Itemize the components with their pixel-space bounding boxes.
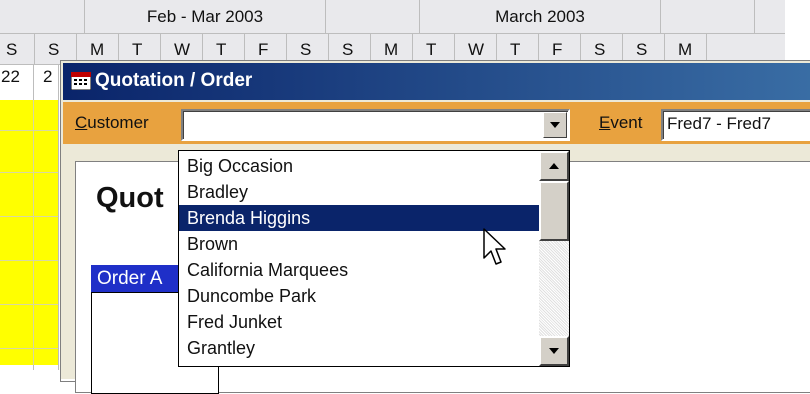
event-label: Event xyxy=(599,113,642,133)
calendar-month-march: March 2003 xyxy=(420,0,661,33)
calendar-day-letter: S xyxy=(6,40,18,59)
calendar-day-letter: T xyxy=(216,40,227,59)
calendar-day-letter: M xyxy=(384,40,399,59)
dialog-titlebar[interactable]: Quotation / Order xyxy=(63,63,810,100)
calendar-date-2: 2 xyxy=(43,67,53,86)
calendar-day-letter: S xyxy=(48,40,60,59)
event-label-accesskey: E xyxy=(599,113,611,132)
dropdown-option[interactable]: Big Occasion xyxy=(179,153,547,179)
scroll-down-button[interactable] xyxy=(539,336,569,366)
dropdown-scrollbar[interactable] xyxy=(539,151,569,366)
calendar-date-22: 22 xyxy=(1,67,20,86)
calendar-month-feb-mar: Feb - Mar 2003 xyxy=(85,0,326,33)
calendar-day-letter: W xyxy=(468,40,485,59)
calendar-day-letter: S xyxy=(342,40,354,59)
calendar-day-letter: S xyxy=(594,40,606,59)
customer-label: Customer xyxy=(75,113,149,133)
dropdown-option[interactable]: Bradley xyxy=(179,179,547,205)
customer-combobox[interactable] xyxy=(181,109,570,141)
calendar-month-cell xyxy=(326,0,420,33)
scroll-thumb[interactable] xyxy=(539,181,569,241)
calendar-day-letter: S xyxy=(636,40,648,59)
mouse-pointer-icon xyxy=(483,228,506,265)
calendar-app-icon xyxy=(70,71,92,91)
calendar-day-letter: S xyxy=(300,40,312,59)
calendar-month-cell xyxy=(0,0,85,33)
dropdown-option[interactable]: Duncombe Park xyxy=(179,283,547,309)
event-label-rest: vent xyxy=(610,113,643,132)
calendar-month-cell xyxy=(661,0,755,33)
calendar-highlight-column xyxy=(0,100,58,365)
dialog-toolbar: Customer Event Fred7 - Fred7 xyxy=(63,102,810,144)
calendar-day-letter: M xyxy=(90,40,105,59)
dialog-title: Quotation / Order xyxy=(95,70,253,91)
customer-dropdown-button[interactable] xyxy=(543,112,567,138)
calendar-month-row: Feb - Mar 2003 March 2003 xyxy=(0,0,785,34)
calendar-day-letter: F xyxy=(552,40,563,59)
customer-label-rest: ustomer xyxy=(87,113,149,132)
customer-label-accesskey: C xyxy=(75,113,88,132)
dropdown-option[interactable]: Fred Junket xyxy=(179,309,547,335)
calendar-day-letter: T xyxy=(426,40,437,59)
calendar-day-letter: F xyxy=(258,40,269,59)
event-field[interactable]: Fred7 - Fred7 xyxy=(661,109,810,141)
quotation-heading: Quot xyxy=(96,182,164,214)
event-value: Fred7 - Fred7 xyxy=(667,114,771,133)
calendar-day-letter: T xyxy=(132,40,143,59)
arrow-up-icon xyxy=(549,163,559,169)
customer-dropdown-list: Big Occasion Bradley Brenda Higgins Brown Ca… xyxy=(178,150,570,367)
calendar-day-letter: T xyxy=(510,40,521,59)
arrow-down-icon xyxy=(549,348,559,354)
calendar-day-letter: W xyxy=(174,40,191,59)
dropdown-option[interactable]: Grantley xyxy=(179,335,547,361)
calendar-day-letter: M xyxy=(678,40,693,59)
chevron-down-icon xyxy=(550,122,560,128)
scroll-up-button[interactable] xyxy=(539,151,569,181)
